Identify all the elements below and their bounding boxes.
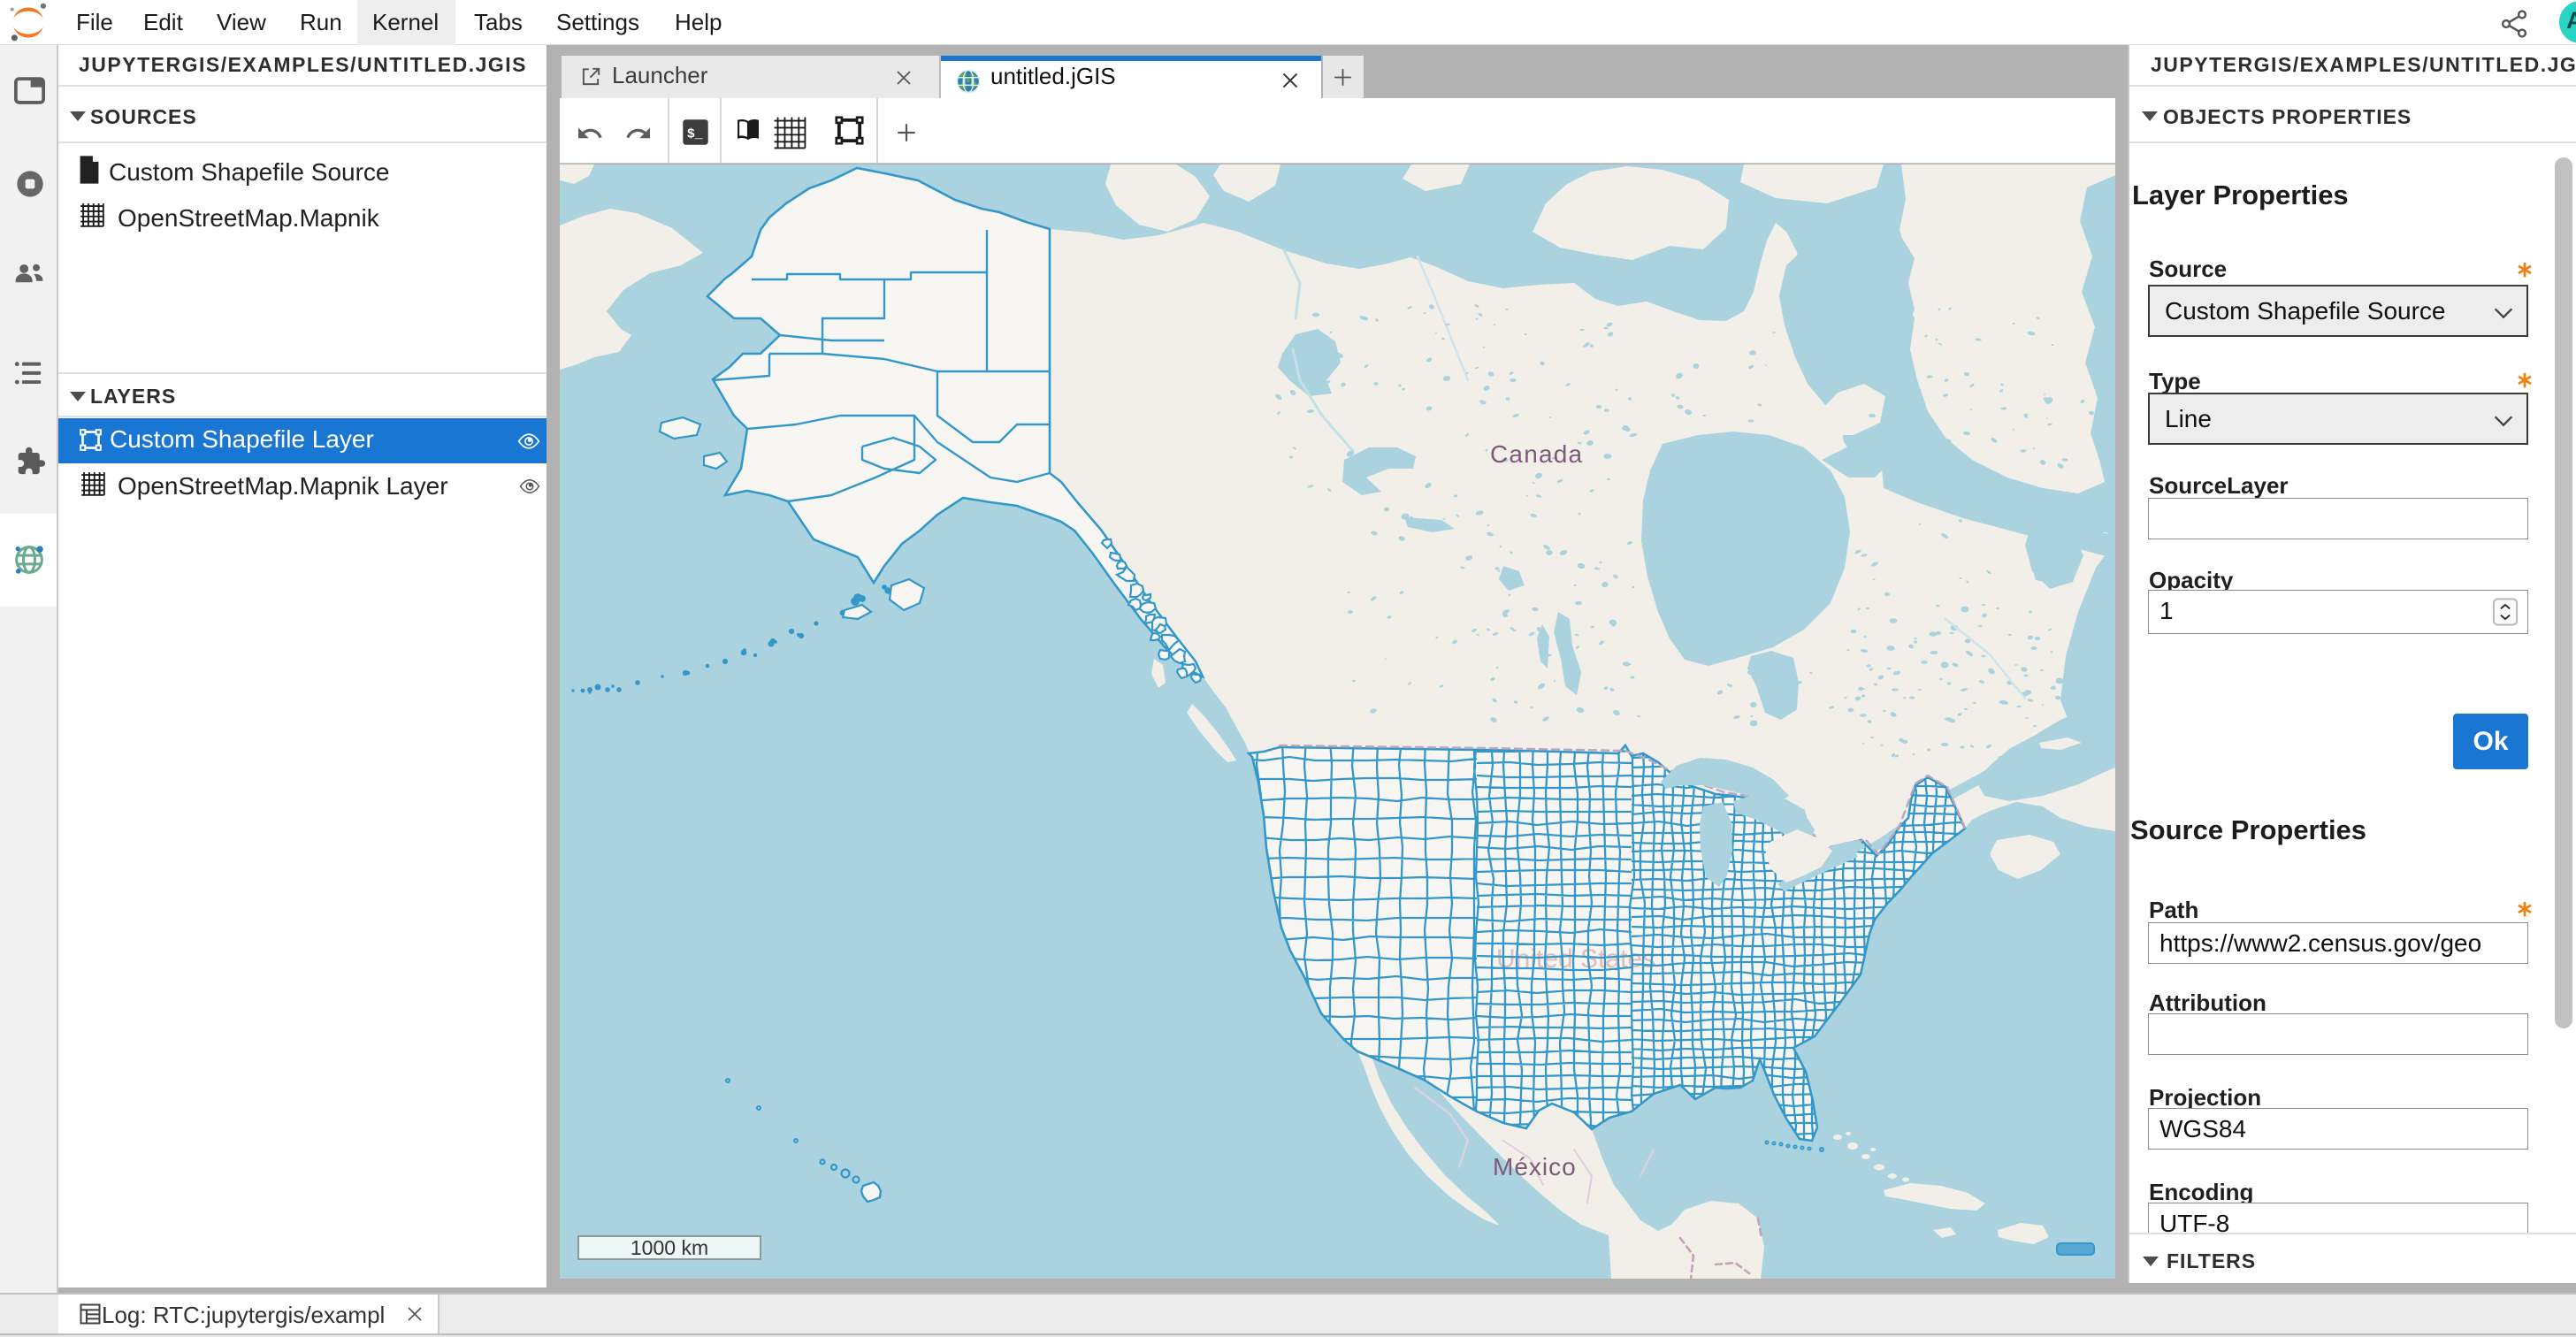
- svg-text:Canada: Canada: [1490, 440, 1583, 468]
- svg-text:México: México: [1493, 1153, 1577, 1180]
- svg-text:$_: $_: [687, 127, 703, 141]
